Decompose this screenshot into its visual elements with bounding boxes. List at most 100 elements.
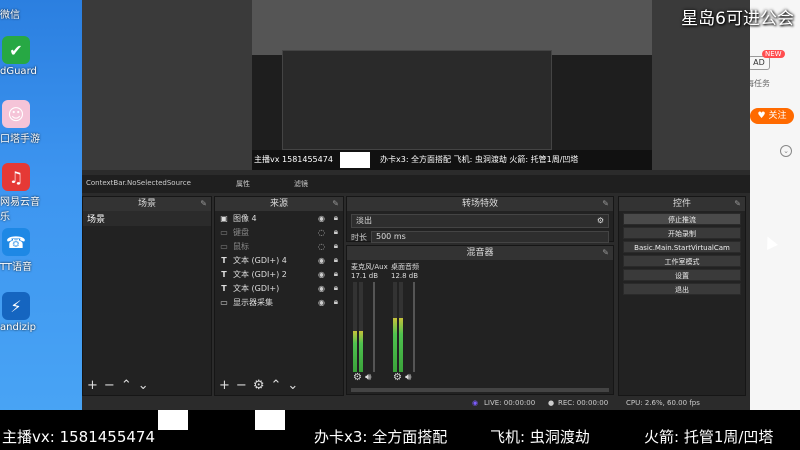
obs-window: 主播vx 1581455474 办卡x3: 全方面搭配 飞机: 虫洞渡劫 火箭:…	[82, 0, 750, 410]
controls-header: 控件 ✎	[619, 197, 745, 211]
rec-icon: ●	[548, 399, 555, 407]
gear-icon[interactable]: ⚙	[597, 215, 604, 227]
pin-icon[interactable]: ✎	[200, 197, 207, 211]
rec-time: REC: 00:00:00	[558, 399, 609, 407]
pin-icon[interactable]: ✎	[602, 246, 609, 260]
exit-button[interactable]: 退出	[623, 283, 741, 295]
screen: 微信 ✔ dGuard ☺ 口塔手游 ♫ 网易云音乐 ☎ TT语音 ⚡ andi…	[0, 0, 800, 450]
pin-icon[interactable]: ✎	[734, 197, 741, 211]
lock-icon[interactable]: 🔒︎	[334, 255, 338, 265]
move-down-icon[interactable]: ⌄	[138, 378, 149, 393]
desktop: 微信 ✔ dGuard ☺ 口塔手游 ♫ 网易云音乐 ☎ TT语音 ⚡ andi…	[0, 0, 82, 450]
preview-canvas[interactable]: 主播vx 1581455474 办卡x3: 全方面搭配 飞机: 虫洞渡劫 火箭:…	[82, 0, 750, 170]
lock-icon[interactable]: 🔒︎	[334, 297, 338, 307]
start-recording-button[interactable]: 开始录制	[623, 227, 741, 239]
gear-icon[interactable]: ⚙	[253, 378, 265, 393]
duration-input[interactable]: 500 ms	[371, 231, 609, 243]
add-scene-icon[interactable]: +	[87, 378, 98, 393]
desktop-icon-guard[interactable]: ✔ dGuard	[0, 36, 60, 77]
sources-toolbar: + − ⚙ ⌃ ⌄	[215, 377, 343, 395]
move-up-icon[interactable]: ⌃	[270, 378, 281, 393]
gear-icon[interactable]: ⚙	[393, 372, 402, 383]
text-icon: T	[221, 269, 227, 279]
mixer-scrollbar[interactable]	[351, 388, 609, 392]
ticker-white-block	[255, 410, 285, 430]
desktop-icon-label: 口塔手游	[0, 134, 40, 145]
follow-button[interactable]: ♥ 关注	[750, 108, 794, 124]
source-label: 图像 4	[233, 213, 257, 223]
preview-host-label: 主播vx	[254, 155, 280, 164]
transition-select[interactable]: 淡出 ⚙	[351, 214, 609, 228]
source-item[interactable]: ▭ 显示器采集 ◉ 🔒︎	[215, 295, 343, 309]
source-item[interactable]: T 文本 (GDI+) ◉ 🔒︎	[215, 281, 343, 295]
eye-icon[interactable]: ◉	[318, 298, 325, 307]
speaker-icon[interactable]: 🔊︎	[365, 372, 371, 383]
channel-name: 桌面音频	[391, 263, 419, 271]
eye-hidden-icon[interactable]: ◌	[318, 228, 325, 237]
pin-icon[interactable]: ✎	[602, 197, 609, 211]
desktop-icon-wechat[interactable]: 微信	[0, 0, 60, 21]
eye-icon[interactable]: ◉	[318, 284, 325, 293]
sources-panel: 来源 ✎ ▣ 图像 4 ◉ 🔒︎ ▭ 键盘 ◌ 🔒︎ ▭ 鼠标 ◌ 🔒︎ T 文本 (GDI+) 4 ◉…	[214, 196, 344, 396]
chevron-down-icon[interactable]: ⌄	[780, 145, 792, 157]
eye-hidden-icon[interactable]: ◌	[318, 242, 325, 251]
meter-fill	[353, 331, 357, 372]
filters-button[interactable]: 滤镜	[294, 179, 308, 189]
desktop-icon-game[interactable]: ☺ 口塔手游	[0, 100, 60, 145]
lock-icon[interactable]: 🔒︎	[334, 269, 338, 279]
new-badge: NEW	[762, 50, 785, 58]
mic-controls: ⚙ 🔊︎	[353, 372, 371, 383]
volume-slider[interactable]	[413, 282, 415, 372]
lock-icon[interactable]: 🔒︎	[334, 227, 338, 237]
desktop-icon-label: andizip	[0, 322, 36, 333]
transition-selected: 淡出	[356, 216, 372, 225]
stop-streaming-button[interactable]: 停止推流	[623, 213, 741, 225]
lock-icon[interactable]: 🔒︎	[334, 213, 338, 223]
lock-icon[interactable]: 🔒︎	[334, 283, 338, 293]
desktop-icon-voice[interactable]: ☎ TT语音	[0, 228, 60, 273]
eye-icon[interactable]: ◉	[318, 270, 325, 279]
source-label: 文本 (GDI+) 2	[233, 269, 287, 279]
follow-label: 关注	[768, 111, 787, 121]
start-virtual-cam-button[interactable]: Basic.Main.StartVirtualCam	[623, 241, 741, 253]
meter-fill	[359, 331, 363, 372]
remove-source-icon[interactable]: −	[236, 378, 247, 393]
eye-icon[interactable]: ◉	[318, 214, 325, 223]
speaker-icon[interactable]: 🔊︎	[405, 372, 411, 383]
desktop-controls: ⚙ 🔊︎	[393, 372, 411, 383]
desktop-icon-music[interactable]: ♫ 网易云音乐	[0, 163, 60, 223]
move-down-icon[interactable]: ⌄	[287, 378, 298, 393]
add-source-icon[interactable]: +	[219, 378, 230, 393]
source-item[interactable]: T 文本 (GDI+) 4 ◉ 🔒︎	[215, 253, 343, 267]
ad-badge: AD	[748, 56, 770, 70]
file-icon: ▭	[220, 241, 228, 251]
scene-item[interactable]: 场景	[83, 211, 211, 226]
remove-scene-icon[interactable]: −	[104, 378, 115, 393]
studio-mode-button[interactable]: 工作室模式	[623, 255, 741, 267]
lock-icon[interactable]: 🔒︎	[334, 241, 338, 251]
voice-icon: ☎	[2, 228, 30, 256]
gear-icon[interactable]: ⚙	[353, 372, 362, 383]
meter-fill	[393, 318, 397, 372]
source-item[interactable]: ▭ 键盘 ◌ 🔒︎	[215, 225, 343, 239]
source-item[interactable]: ▭ 鼠标 ◌ 🔒︎	[215, 239, 343, 253]
source-label: 鼠标	[233, 241, 249, 251]
properties-button[interactable]: 属性	[236, 179, 250, 189]
scenes-header: 场景 ✎	[83, 197, 211, 211]
channel-db: 17.1 dB	[351, 272, 379, 280]
settings-button[interactable]: 设置	[623, 269, 741, 281]
preview-host: 主播vx 1581455474	[254, 154, 333, 165]
move-up-icon[interactable]: ⌃	[121, 378, 132, 393]
pin-icon[interactable]: ✎	[332, 197, 339, 211]
eye-icon[interactable]: ◉	[318, 256, 325, 265]
live-time: LIVE: 00:00:00	[484, 399, 536, 407]
text-icon: T	[221, 283, 227, 293]
transitions-title: 转场特效	[461, 199, 498, 209]
preview-white-block	[340, 152, 370, 168]
source-item[interactable]: T 文本 (GDI+) 2 ◉ 🔒︎	[215, 267, 343, 281]
source-item[interactable]: ▣ 图像 4 ◉ 🔒︎	[215, 211, 343, 225]
desktop-icon-zip[interactable]: ⚡ andizip	[0, 292, 60, 333]
ticker-white-block	[158, 410, 188, 430]
transitions-panel: 转场特效 ✎ 淡出 ⚙ 时长 500 ms	[346, 196, 614, 243]
volume-slider[interactable]	[373, 282, 375, 372]
